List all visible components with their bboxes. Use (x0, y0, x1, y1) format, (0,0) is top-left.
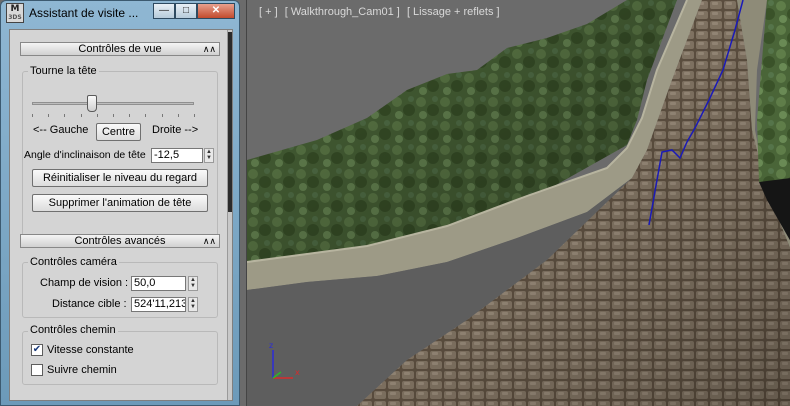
reset-eye-level-button[interactable]: Réinitialiser le niveau du regard (32, 169, 208, 187)
path-controls-group (22, 331, 218, 385)
follow-path-label[interactable]: Suivre chemin (47, 364, 117, 376)
collapse-chevron-icon: ∧∧ (202, 44, 216, 54)
slider-tick (64, 114, 66, 117)
center-button[interactable]: Centre (96, 123, 141, 141)
close-button[interactable]: ✕ (197, 3, 235, 19)
z-axis-label: z (269, 341, 273, 350)
view-controls-title: Contrôles de vue (78, 43, 162, 55)
constant-speed-label[interactable]: Vitesse constante (47, 344, 134, 356)
follow-path-checkbox[interactable] (31, 364, 43, 376)
3ds-max-app-icon[interactable]: M 3DS (6, 3, 24, 23)
walkthrough-assistant-window[interactable]: M 3DS Assistant de visite ... — □ ✕ Cont… (0, 0, 240, 406)
slider-tick (129, 114, 131, 117)
maximize-icon: □ (182, 5, 190, 16)
path-controls-label: Contrôles chemin (28, 324, 118, 336)
app-root: M 3DS Assistant de visite ... — □ ✕ Cont… (0, 0, 790, 406)
slider-tick (194, 114, 195, 117)
axis-tripod: z x (269, 341, 300, 379)
camera-viewport[interactable]: [ + ] [ Walkthrough_Cam01 ] [ Lissage + … (246, 0, 790, 406)
window-title: Assistant de visite ... (29, 6, 139, 20)
window-controls: — □ ✕ (153, 3, 235, 19)
camera-controls-label: Contrôles caméra (28, 256, 119, 268)
viewport-camera-menu[interactable]: [ Walkthrough_Cam01 ] (285, 6, 400, 18)
tilt-angle-label: Angle d'inclinaison de tête (24, 149, 146, 161)
viewport-scene (247, 0, 790, 406)
slider-tick (96, 114, 98, 117)
slider-tick (48, 114, 50, 117)
spinner-down-icon[interactable]: ▼ (205, 155, 213, 161)
slider-tick (80, 114, 82, 117)
field-of-view-input[interactable]: 50,0 (131, 276, 186, 291)
app-icon-letter: M (10, 4, 20, 14)
x-axis-label: x (295, 368, 300, 377)
tilt-angle-input[interactable]: -12,5 (151, 148, 203, 163)
head-turn-slider-thumb[interactable] (86, 95, 97, 112)
app-icon-subtext: 3DS (8, 14, 22, 21)
head-turn-label: Tourne la tête (28, 65, 99, 77)
collapse-chevron-icon: ∧∧ (202, 236, 216, 246)
minimize-icon: — (159, 5, 169, 16)
target-distance-input[interactable]: 524'11,213 (131, 297, 186, 312)
head-turn-slider-track[interactable] (32, 102, 194, 105)
slider-tick (177, 114, 179, 117)
viewport-menu-plus[interactable]: [ + ] (259, 6, 278, 18)
slider-tick (113, 114, 114, 117)
slider-tick (161, 114, 163, 117)
field-of-view-label: Champ de vision : (40, 277, 129, 289)
panel-scrollbar[interactable] (227, 30, 232, 400)
view-controls-rollout-header[interactable]: Contrôles de vue ∧∧ (20, 42, 220, 56)
maximize-button[interactable]: □ (175, 3, 197, 19)
tilt-angle-spinner[interactable]: ▲ ▼ (204, 148, 214, 163)
delete-head-animation-button[interactable]: Supprimer l'animation de tête (32, 194, 208, 212)
panel-client-area: Contrôles de vue ∧∧ Tourne la tête <-- G… (9, 29, 233, 401)
viewport-shading-menu[interactable]: [ Lissage + reflets ] (407, 6, 500, 18)
advanced-controls-rollout-header[interactable]: Contrôles avancés ∧∧ (20, 234, 220, 248)
spinner-down-icon[interactable]: ▼ (189, 304, 197, 310)
target-distance-spinner[interactable]: ▲ ▼ (188, 297, 198, 312)
panel-scrollbar-thumb[interactable] (228, 32, 232, 212)
minimize-button[interactable]: — (153, 3, 175, 19)
left-direction-label: <-- Gauche (33, 124, 89, 136)
slider-tick (145, 114, 147, 117)
window-titlebar[interactable]: M 3DS Assistant de visite ... — □ ✕ (1, 1, 239, 25)
spinner-down-icon[interactable]: ▼ (189, 283, 197, 289)
right-direction-label: Droite --> (152, 124, 199, 136)
viewport-label: [ + ] [ Walkthrough_Cam01 ] [ Lissage + … (259, 6, 504, 18)
constant-speed-checkbox[interactable]: ✔ (31, 344, 43, 356)
field-of-view-spinner[interactable]: ▲ ▼ (188, 276, 198, 291)
target-distance-label: Distance cible : (52, 298, 127, 310)
y-axis-line (272, 371, 282, 379)
advanced-controls-title: Contrôles avancés (74, 235, 166, 247)
slider-tick (32, 114, 33, 117)
close-icon: ✕ (211, 5, 221, 16)
